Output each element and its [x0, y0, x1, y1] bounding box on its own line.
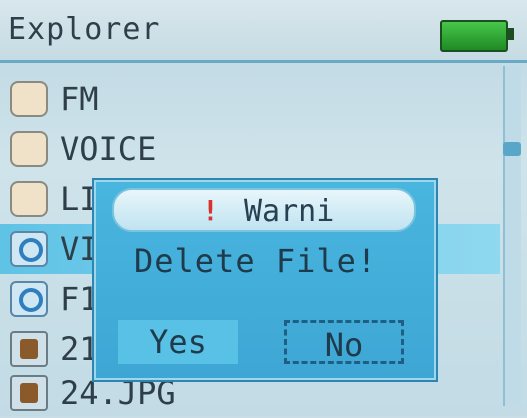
scrollbar-track[interactable] [503, 66, 521, 406]
video-icon [10, 231, 48, 267]
title-bar: Explorer [0, 0, 527, 63]
no-button[interactable]: No [284, 320, 404, 364]
battery-tip [506, 28, 514, 40]
scrollbar-thumb[interactable] [503, 142, 521, 156]
list-item-label: FM [60, 80, 99, 118]
dialog-title: Warni [244, 194, 335, 229]
list-item-label: VOICE [60, 130, 157, 168]
device-screen: Explorer FM VOICE LI VI F1 21 24.JPG ! W… [0, 0, 527, 416]
dialog-title-bar: ! Warni [112, 188, 416, 232]
battery-icon [440, 20, 508, 52]
folder-icon [10, 131, 48, 167]
folder-icon [10, 81, 48, 117]
image-icon [10, 375, 48, 411]
list-item-voice[interactable]: VOICE [0, 124, 500, 174]
list-item-fm[interactable]: FM [0, 74, 500, 124]
dialog-message: Delete File! [134, 242, 378, 280]
video-icon [10, 281, 48, 317]
warning-dialog: ! Warni Delete File! Yes No [92, 178, 438, 382]
yes-button[interactable]: Yes [118, 320, 238, 364]
folder-icon [10, 181, 48, 217]
warning-icon: ! [202, 194, 219, 227]
app-title: Explorer [8, 12, 161, 47]
image-icon [10, 331, 48, 367]
